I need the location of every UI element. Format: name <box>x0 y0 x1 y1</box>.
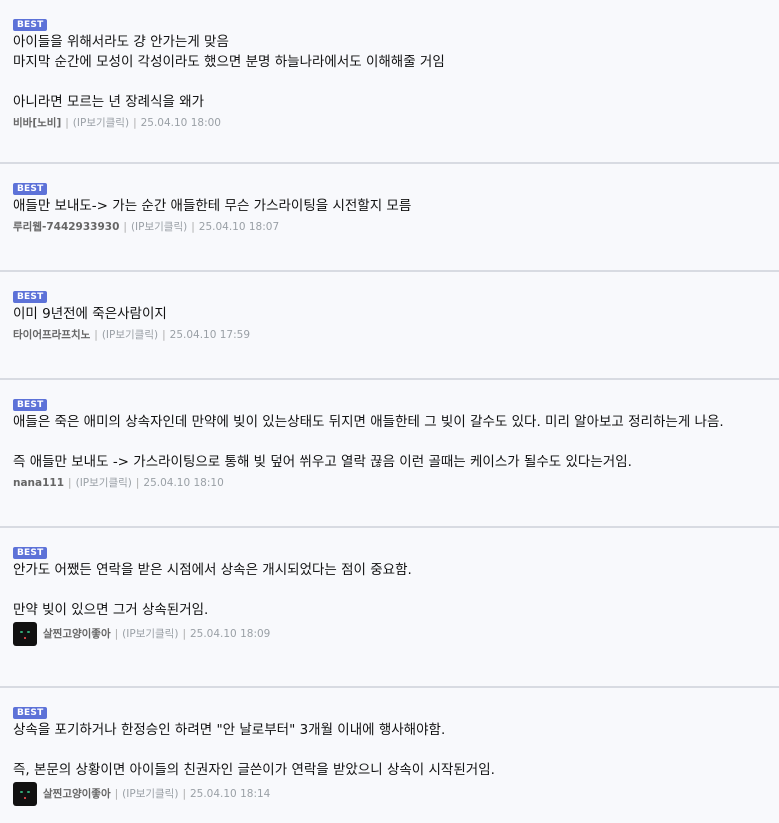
comment-text: 안가도 어쨌든 연락을 받은 시점에서 상속은 개시되었다는 점이 중요함. 만… <box>13 562 412 618</box>
ip-view-link[interactable]: (IP보기클릭) <box>76 474 132 492</box>
comment-text: 아이들을 위해서라도 걍 안가는게 맞음 마지막 순간에 모성이 각성이라도 했… <box>13 34 445 110</box>
comment-author[interactable]: 비바[노비] <box>13 114 61 132</box>
best-badge: BEST <box>13 399 48 411</box>
comment-text: 이미 9년전에 죽은사람이지 <box>13 306 167 322</box>
comment-text: 애들은 죽은 애미의 상속자인데 만약에 빚이 있는상태도 뒤지면 애들한테 그… <box>13 414 724 470</box>
comment-meta: 살찐고양이좋아 | (IP보기클릭) | 25.04.10 18:14 <box>13 782 766 806</box>
comment-date: 25.04.10 18:00 <box>140 117 221 129</box>
comment-author[interactable]: 살찐고양이좋아 <box>43 785 111 803</box>
comment-meta: 비바[노비] | (IP보기클릭) | 25.04.10 18:00 <box>13 114 766 132</box>
separator: | <box>68 477 72 489</box>
ip-view-link[interactable]: (IP보기클릭) <box>73 114 129 132</box>
best-badge: BEST <box>13 183 48 195</box>
comment-item: BEST 애들은 죽은 애미의 상속자인데 만약에 빚이 있는상태도 뒤지면 애… <box>0 380 779 528</box>
separator: | <box>133 117 137 129</box>
best-badge: BEST <box>13 547 48 559</box>
separator: | <box>182 788 186 800</box>
separator: | <box>114 788 119 800</box>
comment-date: 25.04.10 18:09 <box>189 628 271 640</box>
comment-date: 25.04.10 18:10 <box>143 477 224 489</box>
comment-item: BEST 안가도 어쨌든 연락을 받은 시점에서 상속은 개시되었다는 점이 중… <box>0 528 779 688</box>
comment-author[interactable]: 타이어프라프치노 <box>13 326 90 344</box>
ip-view-link[interactable]: (IP보기클릭) <box>122 785 178 803</box>
best-badge: BEST <box>13 707 48 719</box>
separator: | <box>191 221 195 233</box>
ip-view-link[interactable]: (IP보기클릭) <box>131 218 187 236</box>
separator: | <box>182 628 186 640</box>
ip-view-link[interactable]: (IP보기클릭) <box>102 326 158 344</box>
separator: | <box>94 329 98 341</box>
comment-item: BEST 상속을 포기하거나 한정승인 하려면 "안 날로부터" 3개월 이내에… <box>0 688 779 823</box>
separator: | <box>162 329 166 341</box>
ip-view-link[interactable]: (IP보기클릭) <box>122 625 178 643</box>
comment-date: 25.04.10 18:14 <box>189 788 271 800</box>
comment-author[interactable]: 살찐고양이좋아 <box>43 625 111 643</box>
comment-meta: 타이어프라프치노 | (IP보기클릭) | 25.04.10 17:59 <box>13 326 766 344</box>
comment-date: 25.04.10 17:59 <box>169 329 250 341</box>
best-badge: BEST <box>13 291 48 303</box>
comment-text: 애들만 보내도-> 가는 순간 애들한테 무슨 가스라이팅을 시전할지 모름 <box>13 198 412 214</box>
comment-meta: 살찐고양이좋아 | (IP보기클릭) | 25.04.10 18:09 <box>13 622 766 646</box>
comment-list: BEST 아이들을 위해서라도 걍 안가는게 맞음 마지막 순간에 모성이 각성… <box>0 0 779 823</box>
separator: | <box>65 117 69 129</box>
comment-item: BEST 애들만 보내도-> 가는 순간 애들한테 무슨 가스라이팅을 시전할지… <box>0 164 779 272</box>
comment-text: 상속을 포기하거나 한정승인 하려면 "안 날로부터" 3개월 이내에 행사해야… <box>13 722 495 778</box>
comment-author[interactable]: nana111 <box>13 474 64 492</box>
comment-item: BEST 아이들을 위해서라도 걍 안가는게 맞음 마지막 순간에 모성이 각성… <box>0 0 779 164</box>
separator: | <box>114 628 119 640</box>
comment-author[interactable]: 루리웹-7442933930 <box>13 218 119 236</box>
comment-date: 25.04.10 18:07 <box>198 221 280 233</box>
separator: | <box>123 221 127 233</box>
user-avatar[interactable] <box>13 782 37 806</box>
comment-meta: 루리웹-7442933930 | (IP보기클릭) | 25.04.10 18:… <box>13 218 766 236</box>
separator: | <box>135 477 140 489</box>
comment-meta: nana111 | (IP보기클릭) | 25.04.10 18:10 <box>13 474 766 492</box>
comment-item: BEST 이미 9년전에 죽은사람이지 타이어프라프치노 | (IP보기클릭) … <box>0 272 779 380</box>
user-avatar[interactable] <box>13 622 37 646</box>
best-badge: BEST <box>13 19 48 31</box>
